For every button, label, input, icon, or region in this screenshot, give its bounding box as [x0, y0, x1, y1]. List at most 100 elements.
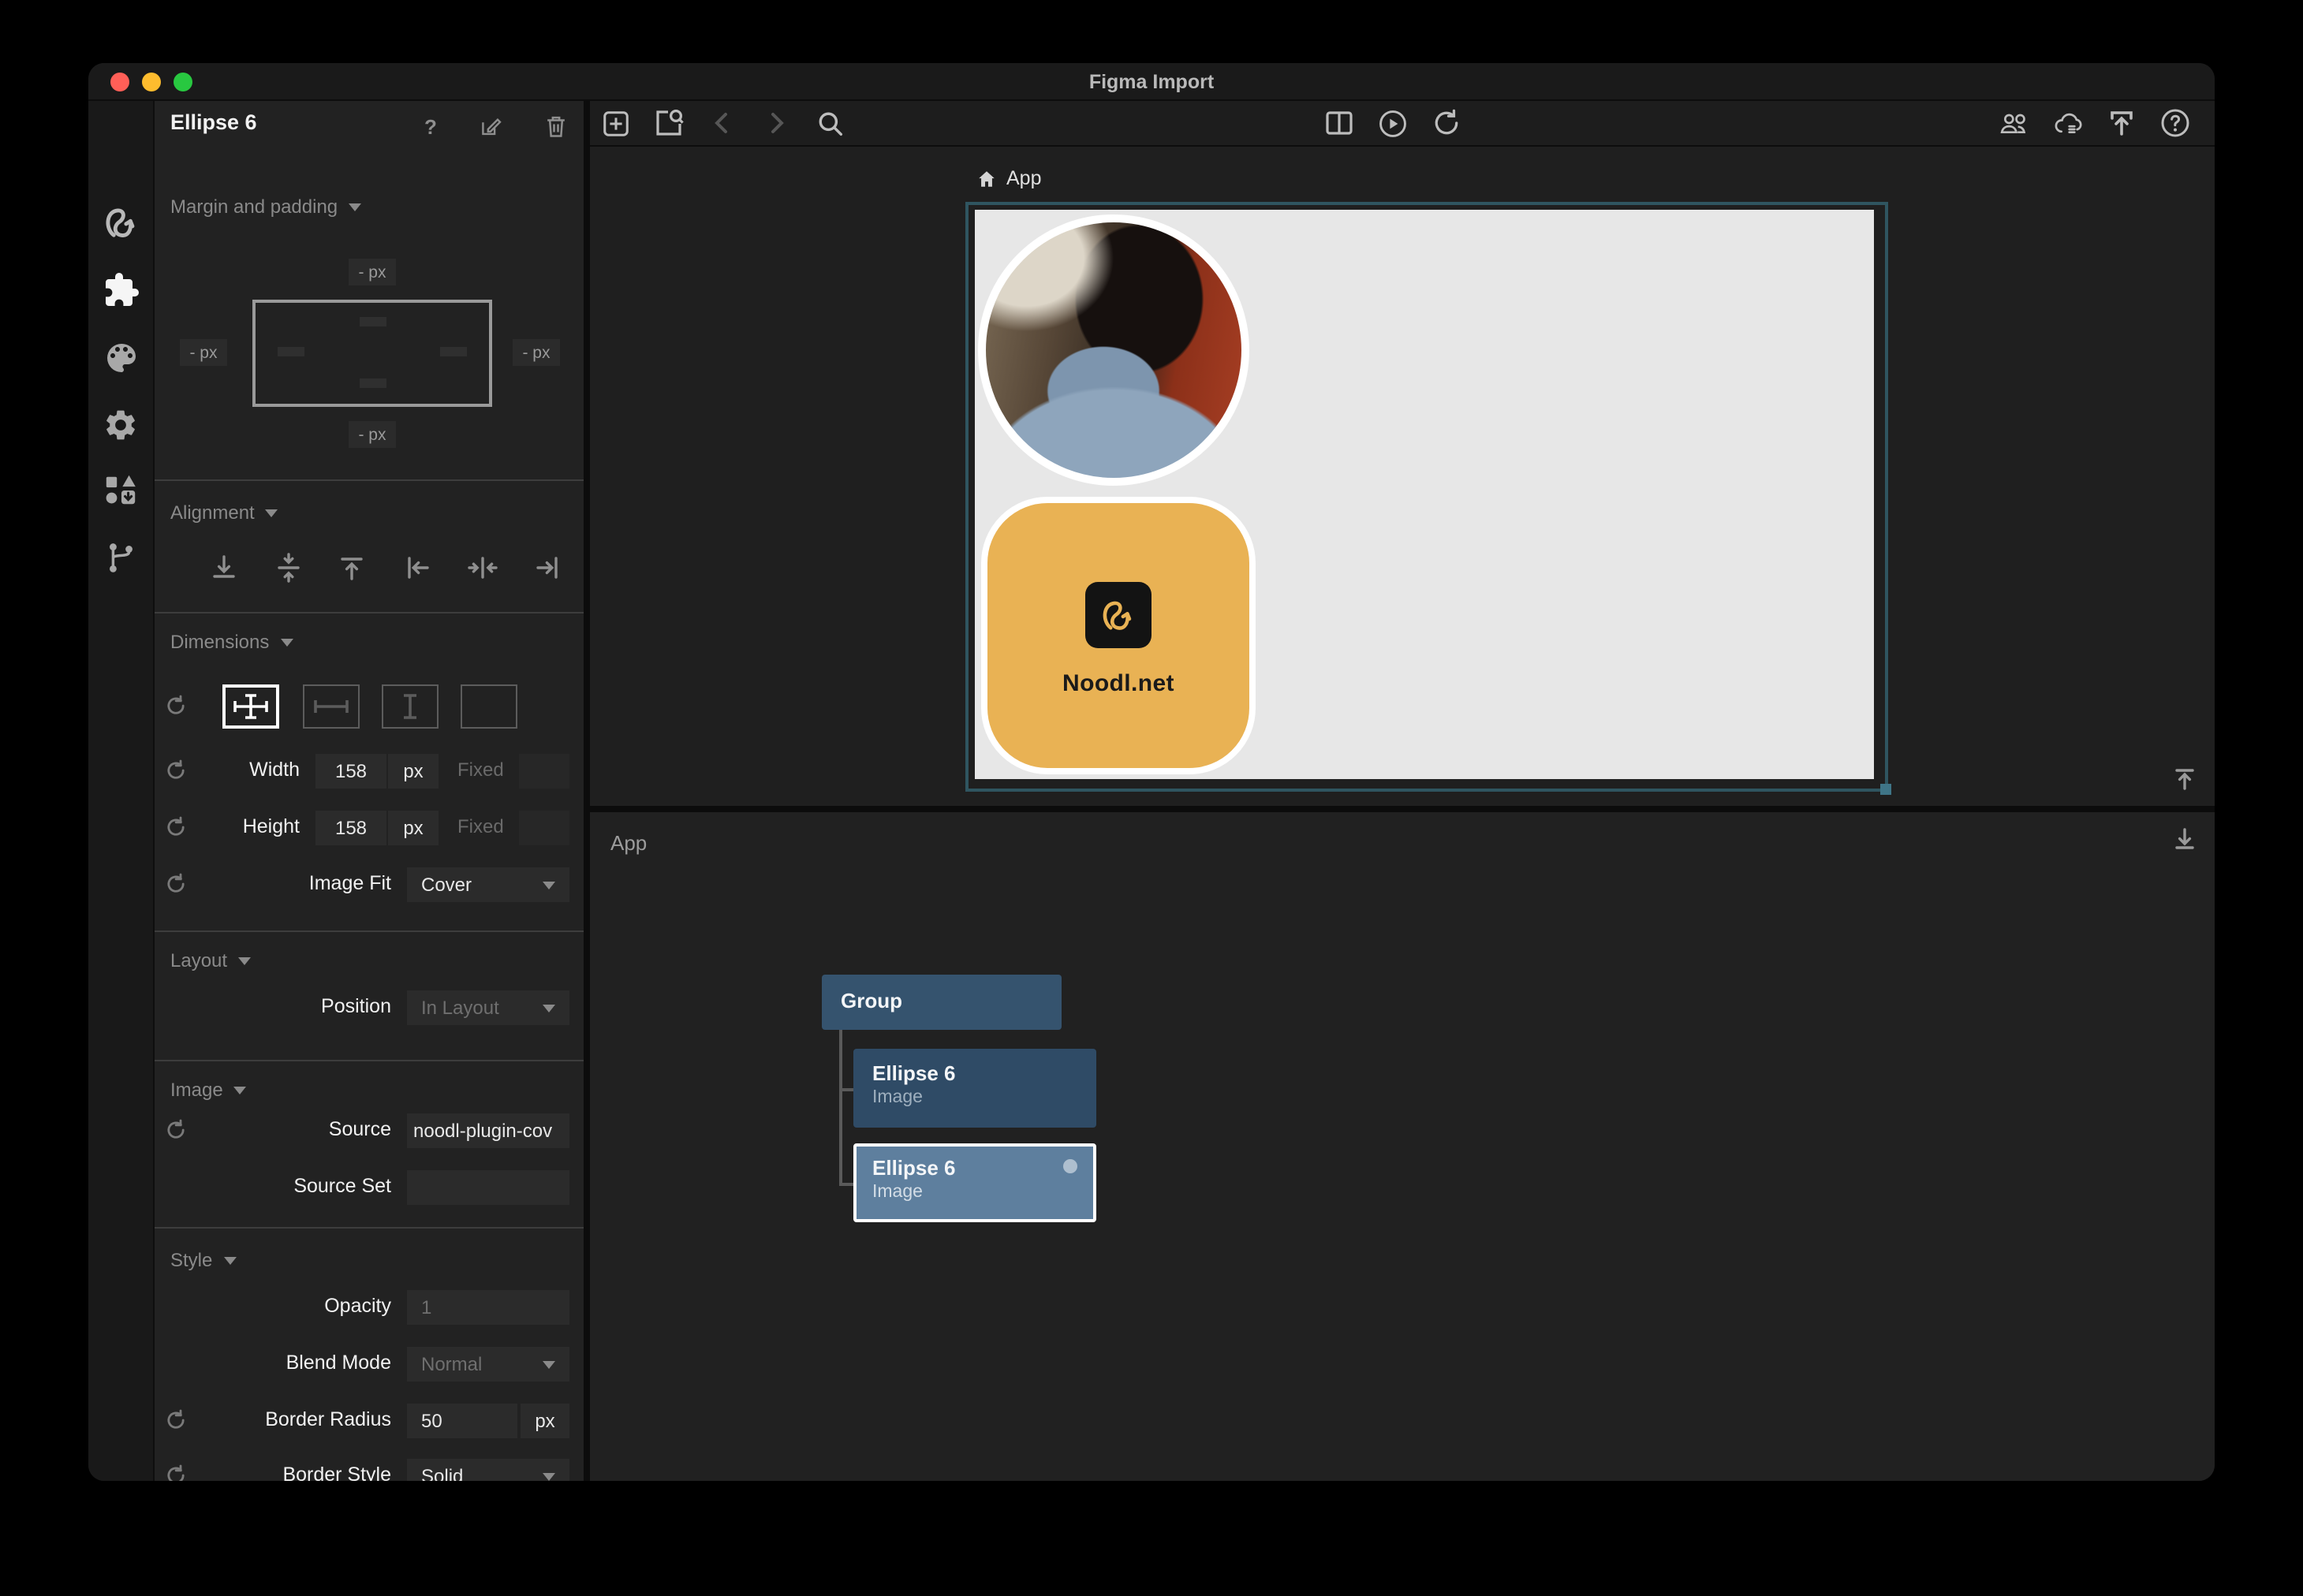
height-label: Height	[243, 815, 300, 837]
node-group[interactable]: Group	[822, 975, 1062, 1030]
collapse-panel-up-icon[interactable]	[2170, 765, 2199, 793]
preview-avatar-image[interactable]	[978, 214, 1249, 486]
margin-left-input[interactable]: - px	[180, 339, 227, 366]
delete-trash-icon[interactable]	[541, 112, 569, 140]
align-center-vertical-icon[interactable]	[273, 552, 304, 584]
margin-top-input[interactable]: - px	[349, 259, 396, 285]
breadcrumb[interactable]: App	[976, 167, 1042, 189]
align-right-icon[interactable]	[532, 552, 563, 584]
cloud-sync-icon[interactable]	[2052, 107, 2084, 139]
padding-left-input[interactable]	[278, 347, 304, 356]
canvas-toolbar	[590, 101, 2215, 147]
blend-mode-dropdown[interactable]: Normal	[407, 1347, 569, 1382]
width-input[interactable]: 158	[315, 754, 386, 789]
margin-bottom-input[interactable]: - px	[349, 421, 396, 448]
minimize-button[interactable]	[142, 73, 161, 91]
selected-node-title: Ellipse 6	[170, 110, 257, 134]
width-extra-input[interactable]	[519, 754, 569, 789]
styles-palette-icon[interactable]	[100, 337, 141, 378]
connection-dot[interactable]	[1063, 1159, 1077, 1173]
chevron-down-icon	[234, 1086, 247, 1094]
align-left-icon[interactable]	[402, 552, 434, 584]
reset-icon[interactable]	[164, 694, 188, 718]
align-top-icon[interactable]	[336, 552, 368, 584]
edit-icon[interactable]	[476, 112, 505, 140]
source-set-label: Source Set	[293, 1175, 391, 1197]
width-unit[interactable]: px	[388, 754, 439, 789]
border-radius-unit[interactable]: px	[521, 1404, 569, 1438]
width-mode[interactable]: Fixed	[457, 759, 504, 781]
navigate-forward-icon[interactable]	[760, 107, 792, 139]
opacity-input[interactable]: 1	[407, 1290, 569, 1325]
image-fit-label: Image Fit	[309, 872, 391, 894]
height-unit[interactable]: px	[388, 811, 439, 845]
reset-icon[interactable]	[164, 759, 188, 782]
section-image[interactable]: Image	[170, 1079, 247, 1101]
chevron-down-icon	[543, 1004, 555, 1012]
visual-canvas[interactable]: App Noodl.net	[590, 147, 2215, 806]
size-mode-height-button[interactable]	[382, 684, 439, 729]
search-icon[interactable]	[814, 107, 845, 139]
refresh-icon[interactable]	[1431, 107, 1462, 139]
align-bottom-icon[interactable]	[208, 552, 240, 584]
collaborators-icon[interactable]	[1999, 107, 2030, 139]
margin-right-input[interactable]: - px	[513, 339, 560, 366]
image-fit-dropdown[interactable]: Cover	[407, 867, 569, 902]
chevron-down-icon	[543, 1472, 555, 1480]
help-icon[interactable]: ?	[416, 112, 445, 140]
version-control-branch-icon[interactable]	[100, 536, 141, 577]
reset-icon[interactable]	[164, 872, 188, 896]
position-dropdown[interactable]: In Layout	[407, 990, 569, 1025]
tree-connector	[839, 1030, 842, 1184]
section-dimensions[interactable]: Dimensions	[170, 631, 293, 653]
close-button[interactable]	[110, 73, 129, 91]
padding-right-input[interactable]	[440, 347, 467, 356]
height-extra-input[interactable]	[519, 811, 569, 845]
size-mode-both-button[interactable]	[222, 684, 279, 729]
height-input[interactable]: 158	[315, 811, 386, 845]
height-mode[interactable]: Fixed	[457, 815, 504, 837]
reset-icon[interactable]	[164, 1408, 188, 1432]
border-radius-input[interactable]: 50	[407, 1404, 517, 1438]
help-circle-icon[interactable]	[2159, 107, 2191, 139]
padding-bottom-input[interactable]	[360, 378, 386, 388]
preview-play-icon[interactable]	[1377, 107, 1409, 139]
settings-gear-icon[interactable]	[100, 404, 141, 445]
section-alignment[interactable]: Alignment	[170, 502, 278, 524]
reset-icon[interactable]	[164, 815, 188, 839]
deploy-upload-icon[interactable]	[2106, 107, 2137, 139]
chevron-down-icon	[543, 1360, 555, 1368]
components-puzzle-icon[interactable]	[100, 270, 141, 311]
titlebar: Figma Import	[88, 63, 2215, 101]
section-layout[interactable]: Layout	[170, 949, 251, 971]
size-mode-width-button[interactable]	[303, 684, 360, 729]
border-style-label: Border Style	[282, 1464, 391, 1481]
node-ellipse-2-selected[interactable]: Ellipse 6 Image	[853, 1143, 1096, 1222]
section-style[interactable]: Style	[170, 1249, 236, 1271]
align-center-horizontal-icon[interactable]	[467, 552, 498, 584]
reset-icon[interactable]	[164, 1118, 188, 1142]
split-view-icon[interactable]	[1323, 107, 1355, 139]
window-title: Figma Import	[88, 70, 2215, 92]
navigate-back-icon[interactable]	[707, 107, 738, 139]
node-ellipse-1[interactable]: Ellipse 6 Image	[853, 1049, 1096, 1128]
section-margin-padding[interactable]: Margin and padding	[170, 196, 361, 218]
preview-group[interactable]: Noodl.net	[975, 210, 1874, 779]
border-style-dropdown[interactable]: Solid	[407, 1459, 569, 1481]
tree-connector	[839, 1183, 853, 1185]
reset-icon[interactable]	[164, 1464, 188, 1481]
node-graph-editor[interactable]: App Group Ellipse 6 Image Ellipse 6	[590, 812, 2215, 1481]
noodl-logo-icon[interactable]	[100, 202, 141, 243]
noodl-logo-icon	[1098, 595, 1139, 636]
component-picker-icon[interactable]	[653, 107, 685, 139]
size-mode-none-button[interactable]	[461, 684, 517, 729]
zoom-button[interactable]	[174, 73, 192, 91]
collapse-panel-down-icon[interactable]	[2170, 825, 2199, 853]
source-input[interactable]: noodl-plugin-cov	[407, 1113, 569, 1148]
source-set-input[interactable]	[407, 1170, 569, 1205]
marketplace-shapes-icon[interactable]	[100, 468, 141, 509]
preview-brand-tile[interactable]: Noodl.net	[981, 497, 1256, 774]
padding-top-input[interactable]	[360, 317, 386, 326]
add-node-icon[interactable]	[599, 107, 631, 139]
resize-handle[interactable]	[1880, 784, 1891, 795]
